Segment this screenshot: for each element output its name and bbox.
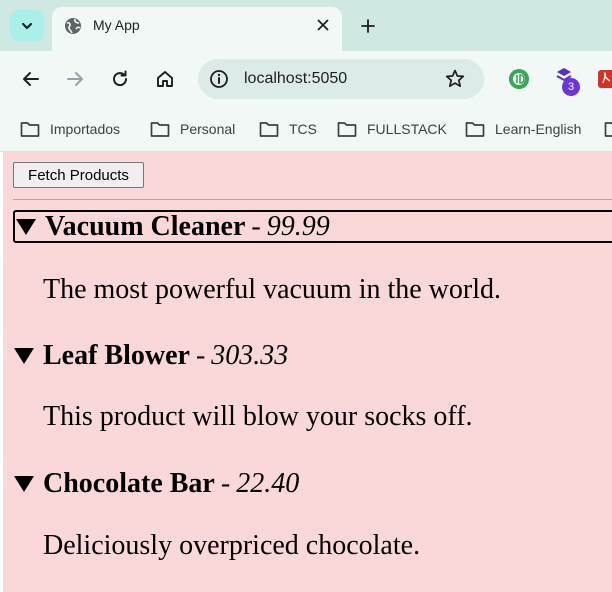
page-content: Fetch Products Vacuum Cleaner - 99.99 Th… xyxy=(3,152,612,592)
divider xyxy=(13,199,612,200)
bookmark-star-icon[interactable] xyxy=(444,68,466,90)
bookmark-label: FULLSTACK xyxy=(367,121,447,137)
arrow-left-icon xyxy=(23,72,39,86)
extension-badge: 3 xyxy=(562,78,580,96)
chevron-down-icon xyxy=(21,22,33,30)
browser-tab[interactable]: My App xyxy=(52,7,342,51)
folder-icon xyxy=(337,122,357,137)
product-name: Leaf Blower xyxy=(43,339,190,371)
disclosure-triangle-icon xyxy=(13,475,43,493)
extension-id-icon[interactable] xyxy=(508,68,530,90)
product-details: Chocolate Bar - 22.40 Deliciously overpr… xyxy=(13,467,612,561)
product-price: 303.33 xyxy=(211,339,289,371)
product-description: This product will blow your socks off. xyxy=(43,401,473,432)
home-button[interactable] xyxy=(153,67,177,91)
back-button[interactable] xyxy=(19,67,43,91)
product-summary[interactable]: Leaf Blower - 303.33 xyxy=(13,339,612,372)
product-price: 22.40 xyxy=(236,467,300,499)
close-icon xyxy=(317,19,329,31)
tab-strip: My App xyxy=(0,0,612,51)
address-bar[interactable]: localhost:5050 xyxy=(198,59,484,99)
reload-button[interactable] xyxy=(108,67,132,91)
fetch-products-button[interactable]: Fetch Products xyxy=(13,162,144,188)
product-price: 99.99 xyxy=(266,210,330,242)
product-details: Leaf Blower - 303.33 This product will b… xyxy=(13,339,612,432)
plus-icon xyxy=(361,19,375,33)
product-name: Vacuum Cleaner xyxy=(45,210,246,242)
site-info-icon[interactable] xyxy=(208,68,230,90)
tab-title: My App xyxy=(93,17,140,33)
bookmark-folder[interactable]: FULLSTACK xyxy=(337,118,447,140)
disclosure-triangle-icon xyxy=(15,218,45,236)
price-separator: - xyxy=(251,210,261,242)
reload-icon xyxy=(113,70,128,87)
home-icon xyxy=(157,71,173,87)
bookmark-folder[interactable]: Personal xyxy=(150,118,235,140)
price-separator: - xyxy=(195,339,206,371)
bookmark-label: Personal xyxy=(180,121,236,137)
bookmark-folder[interactable]: TCS xyxy=(259,118,317,140)
pdf-extension-icon[interactable] xyxy=(598,68,612,90)
folder-icon xyxy=(604,122,612,137)
forward-button[interactable] xyxy=(63,67,87,91)
product-description: Deliciously overpriced chocolate. xyxy=(43,530,421,561)
bookmark-folder[interactable]: Learn-English xyxy=(465,118,581,140)
tab-close-button[interactable] xyxy=(314,16,332,34)
product-details: Vacuum Cleaner - 99.99 The most powerful… xyxy=(13,210,612,305)
disclosure-triangle-icon xyxy=(13,347,43,365)
globe-icon xyxy=(65,18,81,34)
product-name: Chocolate Bar xyxy=(43,467,215,499)
folder-icon xyxy=(20,122,40,137)
browser-toolbar: localhost:5050 3 xyxy=(0,51,612,107)
new-tab-button[interactable] xyxy=(357,15,379,37)
bookmark-label: Learn-English xyxy=(495,121,582,137)
folder-icon xyxy=(150,122,170,137)
bookmark-folder-overflow[interactable] xyxy=(604,118,612,140)
bookmarks-bar: Importados Personal TCS FULLSTACK Learn-… xyxy=(0,107,612,152)
bookmark-label: Importados xyxy=(50,121,121,137)
tab-search-button[interactable] xyxy=(10,10,44,42)
bookmark-label: TCS xyxy=(289,121,317,137)
product-description: The most powerful vacuum in the world. xyxy=(43,274,502,305)
extension-stack-button[interactable]: 3 xyxy=(553,64,583,96)
product-summary[interactable]: Chocolate Bar - 22.40 xyxy=(13,467,612,500)
bookmark-folder[interactable]: Importados xyxy=(20,118,120,140)
folder-icon xyxy=(259,122,279,137)
folder-icon xyxy=(465,122,485,137)
address-url[interactable]: localhost:5050 xyxy=(244,70,347,88)
price-separator: - xyxy=(220,467,231,499)
product-summary[interactable]: Vacuum Cleaner - 99.99 xyxy=(13,210,612,243)
arrow-right-icon xyxy=(67,72,83,86)
